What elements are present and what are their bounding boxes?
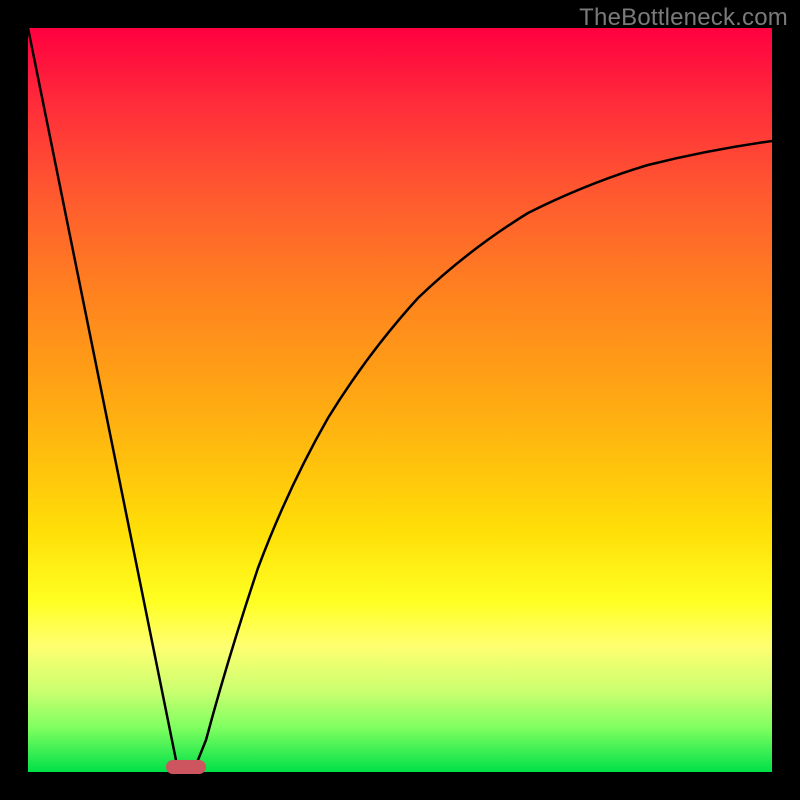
chart-frame: TheBottleneck.com — [0, 0, 800, 800]
watermark-text: TheBottleneck.com — [579, 4, 788, 32]
data-curves — [28, 28, 772, 772]
curve-right — [194, 141, 772, 770]
min-marker — [166, 760, 206, 774]
plot-area — [28, 28, 772, 772]
curve-left — [28, 28, 178, 770]
